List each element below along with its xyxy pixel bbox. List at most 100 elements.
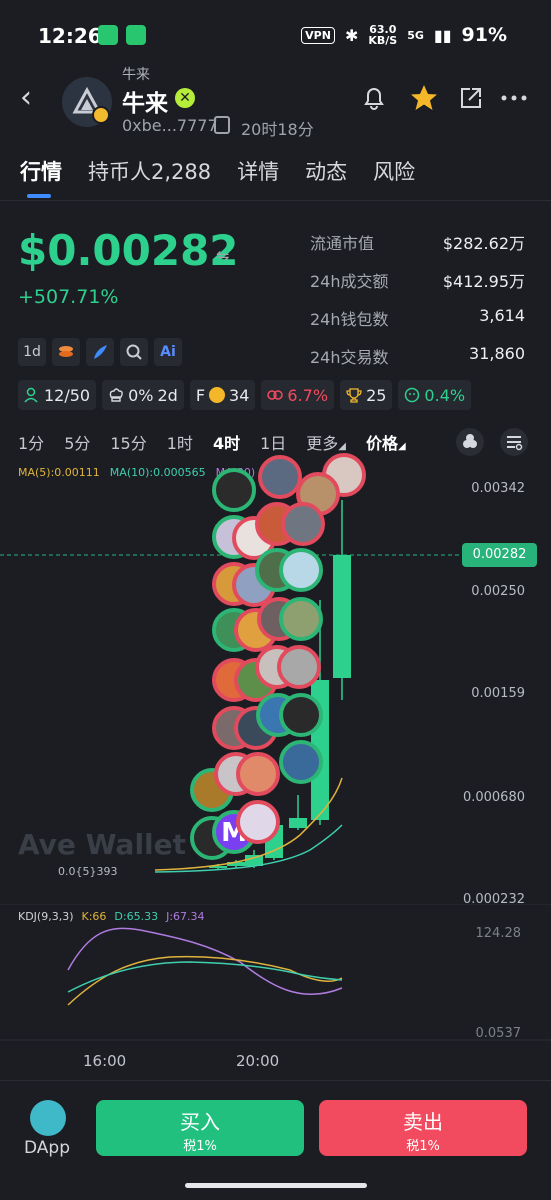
stat-label: 24h钱包数 xyxy=(310,310,389,329)
stat-value: $412.95万 xyxy=(442,272,525,291)
x-axis-label: 20:00 xyxy=(236,1052,280,1070)
y-axis-label: 0.000232 xyxy=(462,892,525,907)
trader-avatar[interactable] xyxy=(279,740,323,784)
tf-more-label: 更多 xyxy=(306,434,339,453)
bubble-map-icon[interactable] xyxy=(456,428,484,456)
tf-5m[interactable]: 5分 xyxy=(64,430,90,454)
tab-bar: 行情 持币人2,288 详情 动态 风险 xyxy=(20,156,415,186)
stat-value: $282.62万 xyxy=(442,234,525,253)
trader-avatar[interactable] xyxy=(279,693,323,737)
chip-bundle[interactable]: 6.7% xyxy=(261,380,335,410)
token-age: 20时18分 xyxy=(241,120,314,139)
tf-more[interactable]: 更多◢ xyxy=(306,430,346,454)
back-icon[interactable]: ‹ xyxy=(20,83,50,114)
tab-holders[interactable]: 持币人2,288 xyxy=(88,156,211,186)
signal-icon: 5G xyxy=(407,28,424,42)
kdj-chart[interactable] xyxy=(0,920,551,1050)
chip-prefix: F xyxy=(195,385,206,405)
candle-body xyxy=(333,555,351,678)
search-icon[interactable] xyxy=(120,338,148,366)
token-address[interactable]: 0xbe...7777 xyxy=(122,116,218,135)
phone-icon xyxy=(98,25,118,45)
feather-icon[interactable] xyxy=(86,338,114,366)
trader-avatar[interactable] xyxy=(277,645,321,689)
chip-f[interactable]: F 34 xyxy=(189,380,256,410)
stat-value: 31,860 xyxy=(469,344,525,363)
trader-avatar[interactable] xyxy=(236,752,280,796)
sell-tax: 税1% xyxy=(406,1139,440,1154)
net-speed: 63.0 KB/S xyxy=(368,23,398,47)
user-star-icon xyxy=(24,387,40,403)
low-price-label: 0.0{5}393 xyxy=(58,865,118,878)
tab-market[interactable]: 行情 xyxy=(20,156,62,186)
chip-value: 0.4% xyxy=(424,385,466,405)
tf-price-label: 价格 xyxy=(365,434,398,453)
sell-label: 卖出 xyxy=(403,1110,443,1134)
home-indicator xyxy=(185,1183,367,1188)
watermark: Ave Wallet xyxy=(18,828,187,861)
trader-avatar[interactable] xyxy=(281,502,325,546)
pancake-bunny-icon[interactable] xyxy=(30,1100,66,1136)
chip-holders-rank[interactable]: 12/50 xyxy=(18,380,97,410)
star-icon[interactable] xyxy=(408,82,440,114)
chip-tax[interactable]: 0% 2d xyxy=(102,380,184,410)
tf-1h[interactable]: 1时 xyxy=(167,430,193,454)
trader-avatar[interactable] xyxy=(279,597,323,641)
ai-button[interactable]: Ai xyxy=(154,338,182,366)
more-icon[interactable] xyxy=(498,82,530,114)
share-icon[interactable] xyxy=(455,82,487,114)
status-time: 12:26 xyxy=(38,24,102,48)
caret-icon: ◢ xyxy=(338,441,346,452)
chip-value: 34 xyxy=(229,385,250,405)
tf-4h[interactable]: 4时 xyxy=(213,430,240,454)
stat-label: 24h交易数 xyxy=(310,348,389,367)
buy-label: 买入 xyxy=(180,1110,220,1134)
trophy-icon xyxy=(346,387,362,403)
trader-avatar[interactable] xyxy=(212,468,256,512)
period-button[interactable]: 1d xyxy=(18,338,46,366)
verified-icon: ✕ xyxy=(175,88,195,108)
candle-body xyxy=(289,818,307,828)
swap-icon[interactable]: ⇋ xyxy=(216,246,229,265)
y-axis-label: 0.00159 xyxy=(471,686,525,701)
buy-tax: 税1% xyxy=(183,1139,217,1154)
tab-indicator xyxy=(27,194,51,198)
trader-avatar[interactable] xyxy=(236,800,280,844)
dapp-label[interactable]: DApp xyxy=(24,1138,70,1158)
stat-value: 3,614 xyxy=(479,306,525,325)
chip-value: 6.7% xyxy=(287,385,329,405)
trader-avatar[interactable] xyxy=(279,548,323,592)
price-change: +507.71% xyxy=(18,286,119,308)
chip-value: 12/50 xyxy=(44,385,91,405)
copy-icon[interactable] xyxy=(214,116,230,134)
chart-settings-icon[interactable] xyxy=(500,428,528,456)
bell-icon[interactable] xyxy=(358,82,390,114)
y-axis-label: 0.00250 xyxy=(471,584,525,599)
wifi-icon: ▮▮ xyxy=(433,25,452,45)
token-symbol: 牛来 xyxy=(122,67,150,83)
buy-button[interactable]: 买入 税1% xyxy=(96,1100,304,1156)
tab-activity[interactable]: 动态 xyxy=(305,156,347,186)
y-axis-label: 0.000680 xyxy=(462,790,525,805)
y-axis-label: 0.00342 xyxy=(471,481,525,496)
chip-value: 0% xyxy=(128,385,154,405)
current-price: $0.00282 xyxy=(18,226,239,275)
tf-price[interactable]: 价格◢ xyxy=(366,430,406,454)
chip-value: 25 xyxy=(366,385,387,405)
sell-button[interactable]: 卖出 税1% xyxy=(319,1100,527,1156)
tab-details[interactable]: 详情 xyxy=(237,156,279,186)
stat-row: 流通市值 $282.62万 xyxy=(310,230,525,268)
tf-15m[interactable]: 15分 xyxy=(110,430,146,454)
caret-icon: ◢ xyxy=(398,441,406,452)
bluetooth-icon: ✱ xyxy=(344,25,359,45)
tf-1m[interactable]: 1分 xyxy=(18,430,44,454)
chip-ratio[interactable]: 0.4% xyxy=(398,380,472,410)
coins-icon[interactable] xyxy=(52,338,80,366)
tab-risk[interactable]: 风险 xyxy=(373,156,415,186)
coin-icon xyxy=(209,387,226,403)
x-axis-label: 16:00 xyxy=(83,1052,127,1070)
tf-1d[interactable]: 1日 xyxy=(260,430,286,454)
chip-trophy[interactable]: 25 xyxy=(340,380,393,410)
chain-badge-icon xyxy=(92,106,110,124)
current-price-tag: 0.00282 xyxy=(462,543,537,567)
